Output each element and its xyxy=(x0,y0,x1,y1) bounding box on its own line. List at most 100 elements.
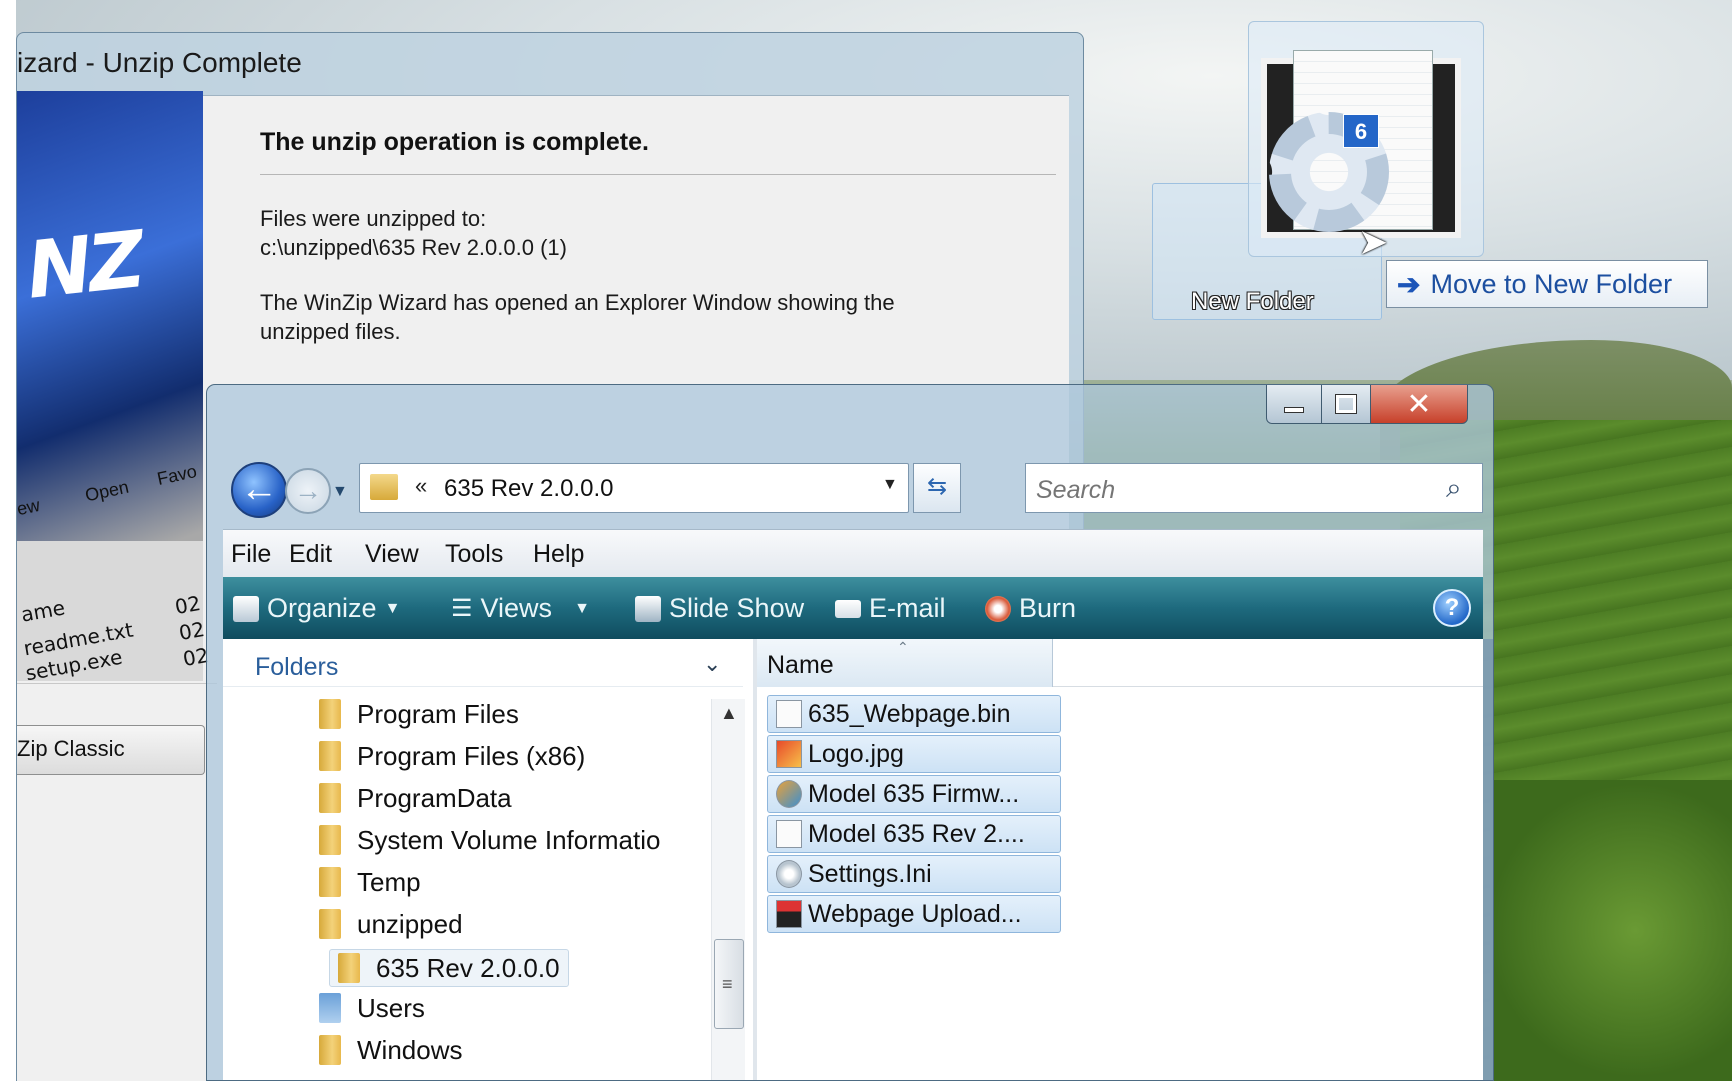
unzipped-path: c:\unzipped\635 Rev 2.0.0.0 (1) xyxy=(260,235,567,260)
tree-item-label: Users xyxy=(357,992,425,1023)
winzip-logo: NZ ew Open Favo ame readme.txt setup.exe… xyxy=(15,91,210,685)
file-item[interactable]: Webpage Upload... xyxy=(767,895,1061,933)
tree-item-label: unzipped xyxy=(357,908,463,939)
explorer-content: Folders ⌄ Program Files Program Files (x… xyxy=(223,639,1483,1080)
column-header-name[interactable]: ⌃ Name xyxy=(757,639,1053,687)
file-name: Settings.Ini xyxy=(808,859,932,888)
tree-item-label: Temp xyxy=(357,866,421,897)
email-button[interactable]: E-mail xyxy=(835,593,946,624)
refresh-button[interactable]: ⇆ xyxy=(913,463,961,513)
views-button[interactable]: ☰ Views ▼ xyxy=(451,593,590,624)
tree-item-programdata[interactable]: ProgramData xyxy=(319,779,512,817)
file-item[interactable]: Model 635 Firmw... xyxy=(767,775,1061,813)
email-label: E-mail xyxy=(869,593,946,623)
maximize-button[interactable] xyxy=(1321,385,1371,424)
search-box[interactable]: ⌕ xyxy=(1025,463,1483,513)
logo-row-date: 02 xyxy=(177,616,207,646)
scroll-up-icon[interactable]: ▲ xyxy=(720,703,738,724)
search-icon[interactable]: ⌕ xyxy=(1446,472,1462,505)
search-input[interactable] xyxy=(1036,476,1416,505)
heading-divider xyxy=(260,174,1056,175)
file-item[interactable]: Logo.jpg xyxy=(767,735,1061,773)
slideshow-icon xyxy=(635,595,661,622)
tree-item-label: System Volume Informatio xyxy=(357,824,661,855)
minimize-icon xyxy=(1284,407,1304,413)
menu-view[interactable]: View xyxy=(365,540,419,569)
file-item[interactable]: Settings.Ini xyxy=(767,855,1061,893)
tree-item-unzipped[interactable]: unzipped xyxy=(319,905,463,943)
folder-tree-scrollbar[interactable]: ▲ ≡ xyxy=(711,699,745,1080)
move-arrow-icon: ➔ xyxy=(1397,268,1421,300)
menu-bar: File Edit View Tools Help xyxy=(223,529,1483,577)
tree-item-program-files-x86[interactable]: Program Files (x86) xyxy=(319,737,585,775)
drag-tooltip: ➔ Move to New Folder xyxy=(1386,260,1708,308)
tree-item-635-rev[interactable]: 635 Rev 2.0.0.0 xyxy=(329,949,569,987)
recent-pages-dropdown[interactable]: ▼ xyxy=(332,483,348,501)
menu-help[interactable]: Help xyxy=(533,540,584,569)
folders-label: Folders xyxy=(255,653,339,681)
organize-button[interactable]: Organize ▼ xyxy=(233,593,400,624)
explorer-opened-text: The WinZip Wizard has opened an Explorer… xyxy=(260,290,895,315)
back-button[interactable]: ← xyxy=(231,462,287,518)
tree-item-windows[interactable]: Windows xyxy=(319,1031,462,1069)
image-file-icon xyxy=(776,740,802,768)
slideshow-button[interactable]: Slide Show xyxy=(635,593,804,624)
breadcrumb-overflow-icon[interactable]: « xyxy=(415,473,427,499)
explorer-opened-text-cont: unzipped files. xyxy=(260,319,401,344)
file-name: Logo.jpg xyxy=(808,739,904,768)
folder-icon xyxy=(370,474,398,500)
folders-pane-header[interactable]: Folders ⌄ xyxy=(223,639,743,687)
organize-label: Organize xyxy=(267,593,377,623)
folder-icon xyxy=(319,825,341,855)
file-list-header: ⌃ Name xyxy=(757,639,1483,687)
drag-count-badge: 6 xyxy=(1343,114,1379,148)
file-name: 635_Webpage.bin xyxy=(808,699,1011,728)
grip-icon: ≡ xyxy=(722,974,733,994)
tree-item-temp[interactable]: Temp xyxy=(319,863,421,901)
winzip-classic-button[interactable]: Zip Classic xyxy=(17,725,205,775)
address-bar[interactable]: « 635 Rev 2.0.0.0 ▼ xyxy=(359,463,909,513)
logo-button-new: ew xyxy=(15,494,42,520)
logo-row-date: 02 xyxy=(173,590,203,620)
scrollbar-thumb[interactable]: ≡ xyxy=(714,939,744,1029)
file-item[interactable]: Model 635 Rev 2.... xyxy=(767,815,1061,853)
views-label: Views xyxy=(480,593,553,623)
minimize-button[interactable] xyxy=(1266,385,1322,424)
settings-file-icon xyxy=(776,860,802,888)
command-bar: Organize ▼ ☰ Views ▼ Slide Show E-mail B… xyxy=(223,577,1483,639)
folder-icon xyxy=(338,953,360,983)
email-icon xyxy=(835,599,861,618)
views-icon: ☰ xyxy=(451,595,473,622)
menu-file[interactable]: File xyxy=(231,540,271,569)
address-path[interactable]: 635 Rev 2.0.0.0 xyxy=(444,475,613,503)
address-dropdown-icon[interactable]: ▼ xyxy=(882,476,898,494)
back-arrow-icon: ← xyxy=(240,468,278,510)
burn-button[interactable]: Burn xyxy=(985,593,1076,624)
pane-divider[interactable] xyxy=(753,639,757,1080)
forward-arrow-icon: → xyxy=(294,475,322,506)
maximize-icon xyxy=(1335,394,1357,414)
executable-file-icon xyxy=(776,900,802,928)
tree-item-label: ProgramData xyxy=(357,782,512,813)
folder-icon xyxy=(319,909,341,939)
menu-edit[interactable]: Edit xyxy=(289,540,332,569)
forward-button[interactable]: → xyxy=(285,468,331,514)
file-name: Model 635 Rev 2.... xyxy=(808,819,1025,848)
users-folder-icon xyxy=(319,993,341,1023)
winzip-logo-text: NZ xyxy=(22,215,146,317)
menu-tools[interactable]: Tools xyxy=(445,540,503,569)
unzip-complete-heading: The unzip operation is complete. xyxy=(260,128,649,156)
logo-button-open: Open xyxy=(83,476,131,506)
tree-item-system-volume-information[interactable]: System Volume Informatio xyxy=(319,821,709,859)
bin-file-icon xyxy=(776,700,802,728)
chevron-down-icon[interactable]: ⌄ xyxy=(703,651,721,677)
winzip-window-title: izard - Unzip Complete xyxy=(17,47,302,78)
tree-item-program-files[interactable]: Program Files xyxy=(319,695,519,733)
file-item[interactable]: 635_Webpage.bin xyxy=(767,695,1061,733)
help-button[interactable]: ? xyxy=(1433,589,1471,627)
desktop-bushes-right xyxy=(1490,780,1732,1081)
close-button[interactable]: ✕ xyxy=(1370,385,1468,424)
tree-item-users[interactable]: Users xyxy=(319,989,425,1027)
tree-item-label: 635 Rev 2.0.0.0 xyxy=(376,952,560,983)
explorer-window: ✕ ← → ▼ « 635 Rev 2.0.0.0 ▼ ⇆ ⌕ File Edi… xyxy=(206,384,1494,1081)
